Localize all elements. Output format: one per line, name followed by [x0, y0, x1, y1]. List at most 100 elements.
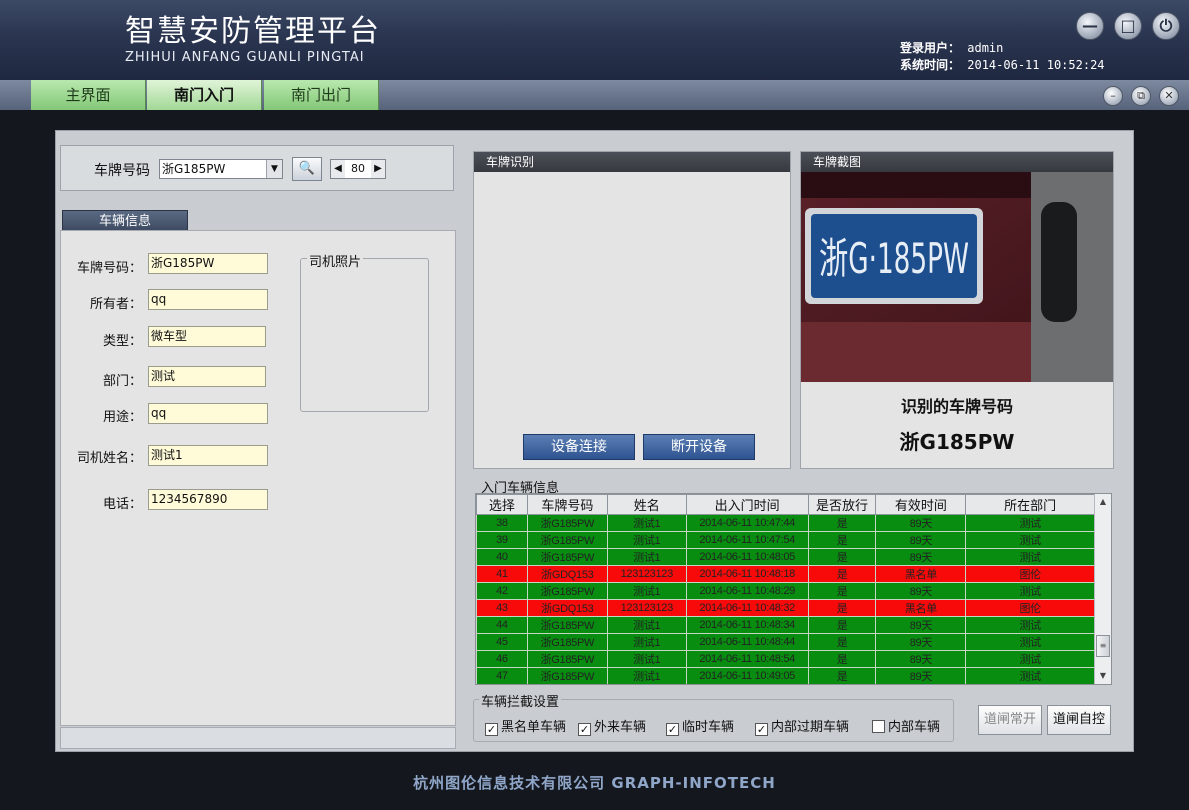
chevron-down-icon[interactable]: ▼ — [266, 160, 282, 178]
panel-popout-icon[interactable]: ⧉ — [1131, 86, 1151, 106]
table-row[interactable]: 46 浙G185PW 测试1 2014-06-11 10:48:54 是 89天 测试 — [476, 650, 1095, 668]
table-cell: 2014-06-11 10:48:32 — [685, 599, 809, 617]
plate-number-field[interactable]: 浙G185PW — [148, 253, 268, 274]
table-cell: 测试1 — [606, 514, 687, 532]
scroll-down-icon[interactable]: ▼ — [1095, 668, 1111, 684]
table-cell: 是 — [807, 616, 877, 634]
recognized-plate-value: 浙G185PW — [899, 430, 1015, 454]
scroll-up-icon[interactable]: ▲ — [1095, 494, 1111, 510]
checkbox-internal[interactable]: 内部车辆 — [872, 716, 940, 735]
checkbox-label: 临时车辆 — [682, 720, 735, 735]
column-header[interactable]: 有效时间 — [875, 494, 967, 515]
checkbox-temporary[interactable]: ✓ 临时车辆 — [666, 716, 734, 736]
plate-search-combo[interactable]: 浙G185PW ▼ — [159, 159, 283, 179]
table-row[interactable]: 41 浙GDQ153 123123123 2014-06-11 10:48:18 是黑名… — [476, 565, 1095, 583]
gate-auto-control-button[interactable]: 道闸自控 — [1047, 705, 1111, 735]
column-header[interactable]: 是否放行 — [807, 494, 877, 515]
system-time-value: 2014-06-11 10:52:24 — [967, 58, 1105, 72]
owner-label: 所有者： — [89, 297, 142, 312]
owner-field[interactable]: qq — [148, 289, 268, 310]
table-cell: 是 — [807, 667, 877, 684]
table-cell: 2014-06-11 10:48:54 — [685, 650, 809, 668]
checkbox-icon[interactable]: ✓ — [666, 723, 679, 736]
panel-minimize-icon[interactable]: – — [1103, 86, 1123, 106]
plate-search-box: 车牌号码 浙G185PW ▼ 🔍 ◀ 80 ▶ — [60, 145, 454, 191]
checkbox-icon[interactable]: ✓ — [755, 723, 768, 736]
table-cell: 测试1 — [606, 633, 687, 651]
usage-field[interactable]: qq — [148, 403, 268, 424]
table-cell: 浙G185PW — [526, 582, 608, 600]
stepper-right-icon[interactable]: ▶ — [371, 160, 385, 178]
checkbox-icon[interactable] — [872, 720, 885, 733]
tab-south-gate-out[interactable]: 南门出门 — [264, 80, 379, 110]
vehicle-info-tab[interactable]: 车辆信息 — [62, 210, 188, 231]
checkbox-icon[interactable]: ✓ — [485, 723, 498, 736]
tab-main[interactable]: 主界面 — [31, 80, 146, 110]
count-stepper[interactable]: ◀ 80 ▶ — [330, 159, 386, 179]
disconnect-device-button[interactable]: 断开设备 — [643, 434, 755, 460]
table-cell: 45 — [476, 633, 528, 651]
minimize-icon[interactable]: — — [1076, 12, 1104, 40]
checkbox-internal-expired[interactable]: ✓ 内部过期车辆 — [755, 716, 849, 736]
table-cell: 浙G185PW — [526, 548, 608, 566]
maximize-icon[interactable]: □ — [1114, 12, 1142, 40]
table-cell: 123123123 — [606, 599, 687, 617]
checkbox-external[interactable]: ✓ 外来车辆 — [578, 716, 646, 736]
type-label: 类型： — [102, 334, 142, 349]
search-button[interactable]: 🔍 — [292, 157, 322, 181]
table-cell: 测试1 — [606, 667, 687, 684]
column-header[interactable]: 选择 — [476, 494, 528, 515]
table-cell: 2014-06-11 10:48:18 — [685, 565, 809, 583]
intercept-settings-label: 车辆拦截设置 — [479, 691, 562, 710]
phone-field[interactable]: 1234567890 — [148, 489, 268, 510]
table-scrollbar[interactable]: ▲ ≡ ▼ — [1094, 494, 1111, 684]
type-field[interactable]: 微车型 — [148, 326, 266, 347]
table-cell: 浙GDQ153 — [526, 599, 608, 617]
stepper-left-icon[interactable]: ◀ — [331, 160, 345, 178]
column-header[interactable]: 所在部门 — [965, 494, 1095, 515]
driver-photo-group: 司机照片 — [300, 251, 429, 412]
table-row[interactable]: 43 浙GDQ153 123123123 2014-06-11 10:48:32 是黑名… — [476, 599, 1095, 617]
table-cell: 89天 — [875, 633, 967, 651]
table-cell: 2014-06-11 10:48:44 — [685, 633, 809, 651]
table-cell: 40 — [476, 548, 528, 566]
table-cell: 2014-06-11 10:47:54 — [685, 531, 809, 549]
connect-device-button[interactable]: 设备连接 — [523, 434, 635, 460]
column-header[interactable]: 出入门时间 — [685, 494, 809, 515]
table-cell: 测试1 — [606, 548, 687, 566]
table-row[interactable]: 47 浙G185PW 测试1 2014-06-11 10:49:05 是 89天 测试 — [476, 667, 1095, 684]
table-row[interactable]: 38 浙G185PW 测试1 2014-06-11 10:47:44 是 89天 测试 — [476, 514, 1095, 532]
app-subtitle: ZHIHUI ANFANG GUANLI PINGTAI — [125, 50, 365, 65]
driver-photo-label: 司机照片 — [307, 251, 364, 270]
table-cell: 89天 — [875, 531, 967, 549]
table-cell: 89天 — [875, 667, 967, 684]
table-row[interactable]: 42 浙G185PW 测试1 2014-06-11 10:48:29 是 89天 测试 — [476, 582, 1095, 600]
checkbox-icon[interactable]: ✓ — [578, 723, 591, 736]
table-cell: 浙G185PW — [526, 531, 608, 549]
table-row[interactable]: 39 浙G185PW 测试1 2014-06-11 10:47:54 是 89天 测试 — [476, 531, 1095, 549]
table-cell: 44 — [476, 616, 528, 634]
table-cell: 测试1 — [606, 531, 687, 549]
app-title: 智慧安防管理平台 — [125, 14, 381, 49]
table-cell: 39 — [476, 531, 528, 549]
gate-always-open-button[interactable]: 道闸常开 — [978, 705, 1042, 735]
intercept-settings: 车辆拦截设置 ✓ 黑名单车辆 ✓ 外来车辆 ✓ 临时车辆 ✓ 内部过期车辆 内部车辆 — [473, 691, 954, 742]
table-row[interactable]: 44 浙G185PW 测试1 2014-06-11 10:48:34 是 89天 测试 — [476, 616, 1095, 634]
plate-capture-header: 车牌截图 — [801, 152, 1113, 172]
panel-close-icon[interactable]: ✕ — [1159, 86, 1179, 106]
scroll-thumb[interactable]: ≡ — [1096, 635, 1110, 657]
power-icon[interactable]: ⏻ — [1152, 12, 1180, 40]
tab-south-gate-in[interactable]: 南门入门 — [147, 80, 262, 110]
table-cell: 黑名单 — [875, 599, 967, 617]
phone-label: 电话： — [102, 497, 142, 512]
driver-name-field[interactable]: 测试1 — [148, 445, 268, 466]
column-header[interactable]: 姓名 — [606, 494, 687, 515]
department-field[interactable]: 测试 — [148, 366, 266, 387]
column-header[interactable]: 车牌号码 — [526, 494, 608, 515]
recognized-plate-title: 识别的车牌号码 — [900, 397, 1013, 416]
stepper-value: 80 — [351, 162, 365, 175]
table-cell: 浙GDQ153 — [526, 565, 608, 583]
table-row[interactable]: 45 浙G185PW 测试1 2014-06-11 10:48:44 是 89天 测试 — [476, 633, 1095, 651]
checkbox-blacklist[interactable]: ✓ 黑名单车辆 — [485, 716, 566, 736]
table-row[interactable]: 40 浙G185PW 测试1 2014-06-11 10:48:05 是 89天 测试 — [476, 548, 1095, 566]
